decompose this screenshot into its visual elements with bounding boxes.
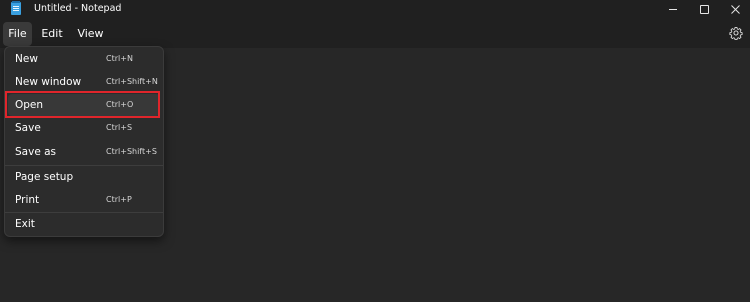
menu-edit[interactable]: Edit <box>37 22 67 46</box>
menu-item-label: Print <box>15 194 40 206</box>
menu-item-page-setup[interactable]: Page setup <box>8 166 160 188</box>
menu-item-label: Page setup <box>15 171 74 183</box>
menu-item-save[interactable]: Save Ctrl+S <box>8 117 160 139</box>
menu-item-shortcut: Ctrl+N <box>106 54 133 63</box>
menu-item-label: Save <box>15 122 41 134</box>
open-highlight-box <box>5 91 160 118</box>
close-button[interactable] <box>718 0 750 18</box>
menu-item-shortcut: Ctrl+S <box>106 123 133 132</box>
gear-icon[interactable] <box>729 26 743 40</box>
menu-view[interactable]: View <box>74 22 107 46</box>
menu-item-exit[interactable]: Exit <box>8 213 160 235</box>
menu-item-print[interactable]: Print Ctrl+P <box>8 189 160 211</box>
menu-item-label: New window <box>15 76 82 88</box>
maximize-icon <box>699 4 709 14</box>
menu-file[interactable]: File <box>3 22 32 46</box>
menu-item-label: Save as <box>15 146 57 158</box>
window-title: Untitled - Notepad <box>34 3 122 14</box>
notepad-icon <box>11 1 21 15</box>
menu-item-shortcut: Ctrl+Shift+N <box>106 77 158 86</box>
menu-item-new-window[interactable]: New window Ctrl+Shift+N <box>8 71 160 93</box>
menu-item-shortcut: Ctrl+P <box>106 195 132 204</box>
minimize-button[interactable] <box>656 0 690 18</box>
menu-item-shortcut: Ctrl+Shift+S <box>106 147 157 156</box>
menu-item-save-as[interactable]: Save as Ctrl+Shift+S <box>8 141 160 163</box>
maximize-button[interactable] <box>687 0 721 18</box>
menu-item-label: Exit <box>15 218 35 230</box>
menu-bar: File Edit View <box>0 20 750 48</box>
menu-item-new[interactable]: New Ctrl+N <box>8 48 160 70</box>
menu-item-label: New <box>15 53 38 65</box>
minimize-icon <box>669 8 677 10</box>
notepad-window: Untitled - Notepad File Edit View New Ct… <box>0 0 750 302</box>
close-icon <box>730 4 740 14</box>
file-menu-dropdown: New Ctrl+N New window Ctrl+Shift+N Open … <box>4 46 164 237</box>
title-bar: Untitled - Notepad <box>0 0 750 20</box>
